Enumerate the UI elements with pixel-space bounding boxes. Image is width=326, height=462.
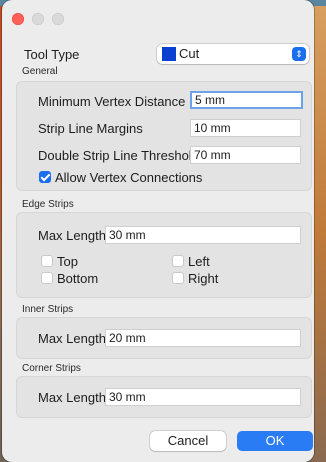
- edge-strips-group: Max Length 30 mm Top Left Bottom Right: [16, 212, 312, 298]
- corner-max-length-field[interactable]: 30 mm: [105, 388, 301, 406]
- tool-color-swatch: [162, 47, 176, 61]
- edge-top-checkbox[interactable]: [41, 255, 53, 267]
- cancel-button[interactable]: Cancel: [150, 431, 226, 451]
- double-strip-threshold-field[interactable]: 70 mm: [190, 146, 301, 164]
- edge-bottom-label: Bottom: [57, 271, 99, 286]
- edge-max-length-label: Max Length: [38, 228, 106, 243]
- strip-line-margins-label: Strip Line Margins: [38, 121, 143, 136]
- corner-max-length-label: Max Length: [38, 390, 106, 405]
- inner-strips-section-title: Inner Strips: [22, 304, 74, 315]
- tool-dialog-window: Tool Type Cut ⇕ General Minimum Vertex D…: [2, 0, 314, 462]
- inner-max-length-label: Max Length: [38, 331, 106, 346]
- tool-type-value: Cut: [179, 46, 200, 61]
- edge-strips-section-title: Edge Strips: [22, 199, 74, 210]
- minimize-window-button[interactable]: [32, 13, 44, 25]
- allow-vertex-connections-label: Allow Vertex Connections: [55, 170, 203, 185]
- general-group: Minimum Vertex Distance 5 mm Strip Line …: [16, 81, 312, 191]
- edge-left-checkbox[interactable]: [172, 255, 184, 267]
- tool-type-label: Tool Type: [24, 47, 80, 62]
- tool-type-select[interactable]: Cut ⇕: [157, 44, 309, 64]
- allow-vertex-connections-checkbox[interactable]: [39, 171, 51, 183]
- zoom-window-button[interactable]: [52, 13, 64, 25]
- strip-line-margins-field[interactable]: 10 mm: [190, 119, 301, 137]
- desktop-background-right: [312, 0, 326, 462]
- close-window-button[interactable]: [12, 13, 24, 25]
- title-bar: [2, 0, 314, 34]
- edge-right-checkbox[interactable]: [172, 272, 184, 284]
- min-vertex-distance-label: Minimum Vertex Distance: [38, 94, 186, 109]
- corner-strips-group: Max Length 30 mm: [16, 376, 312, 418]
- ok-button[interactable]: OK: [237, 431, 313, 451]
- inner-max-length-field[interactable]: 20 mm: [105, 329, 301, 347]
- inner-strips-group: Max Length 20 mm: [16, 317, 312, 359]
- general-section-title: General: [22, 66, 58, 77]
- edge-bottom-checkbox[interactable]: [41, 272, 53, 284]
- double-strip-threshold-label: Double Strip Line Threshold: [38, 148, 199, 163]
- edge-max-length-field[interactable]: 30 mm: [105, 226, 301, 244]
- edge-top-label: Top: [57, 254, 78, 269]
- edge-left-label: Left: [188, 254, 210, 269]
- corner-strips-section-title: Corner Strips: [22, 363, 81, 374]
- select-arrows-icon: ⇕: [292, 47, 306, 61]
- min-vertex-distance-field[interactable]: 5 mm: [190, 91, 303, 109]
- edge-right-label: Right: [188, 271, 219, 286]
